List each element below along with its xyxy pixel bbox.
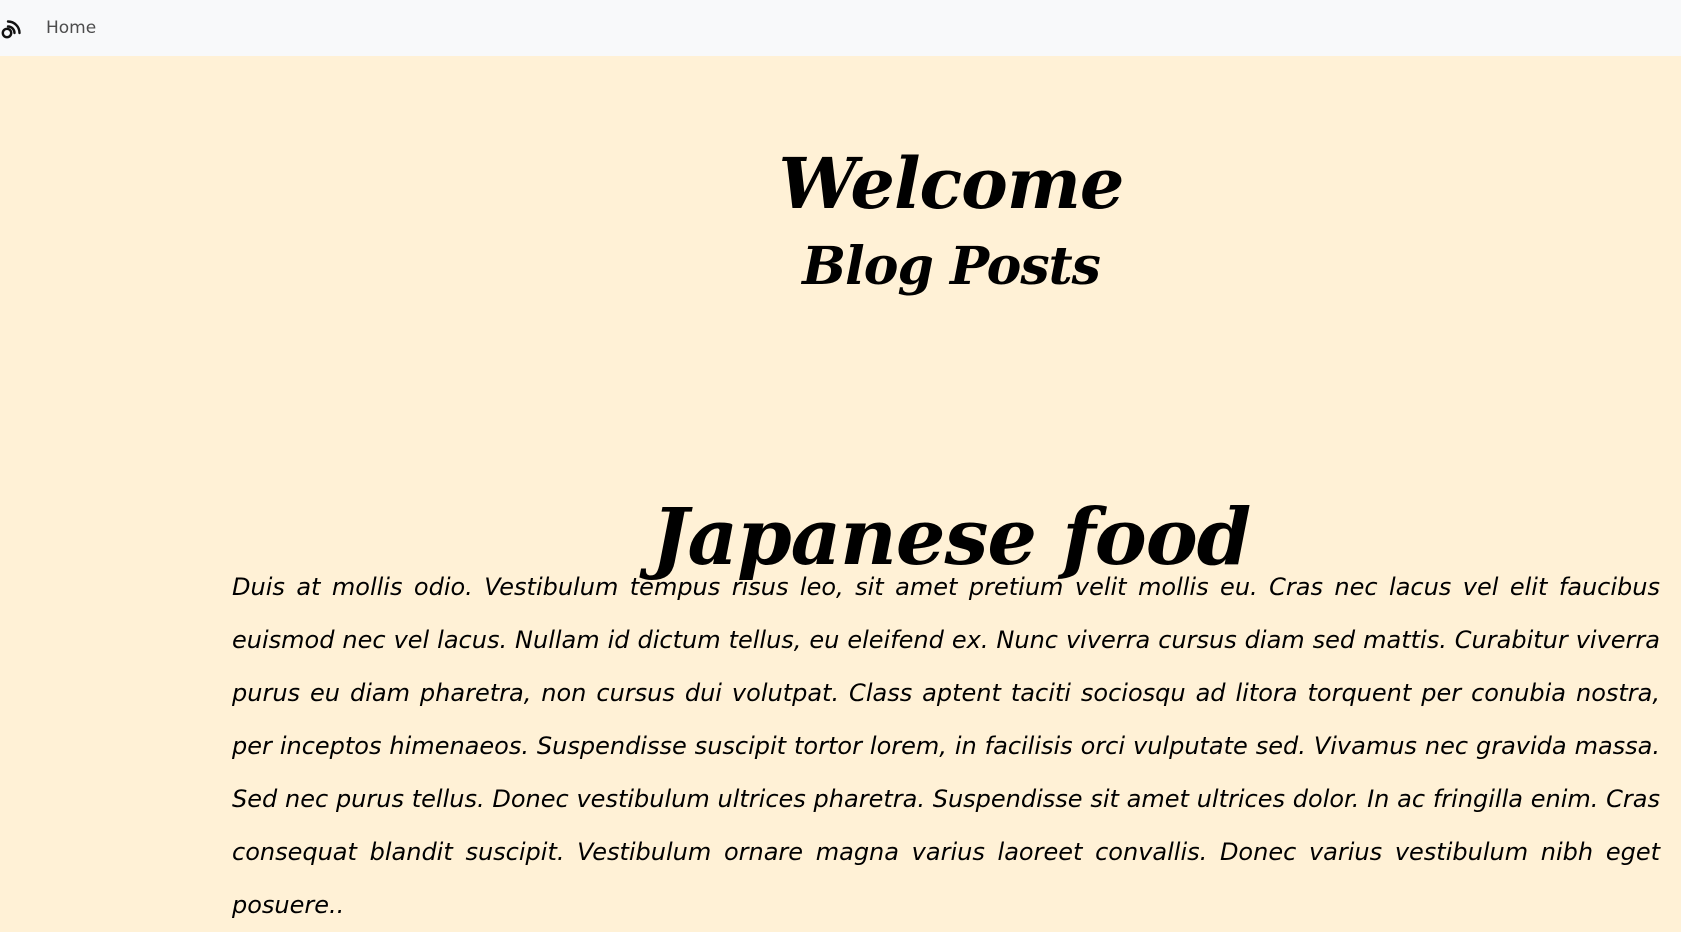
- page-title: Welcome: [778, 141, 1125, 225]
- main-content: Welcome Blog Posts Japanese food Duis at…: [0, 56, 1681, 919]
- top-navbar: Home: [0, 0, 1681, 56]
- post-body: Duis at mollis odio. Vestibulum tempus r…: [232, 573, 1660, 919]
- rss-feed-icon[interactable]: [0, 16, 24, 40]
- page-subtitle: Blog Posts: [802, 236, 1101, 298]
- nav-home-link[interactable]: Home: [46, 19, 96, 37]
